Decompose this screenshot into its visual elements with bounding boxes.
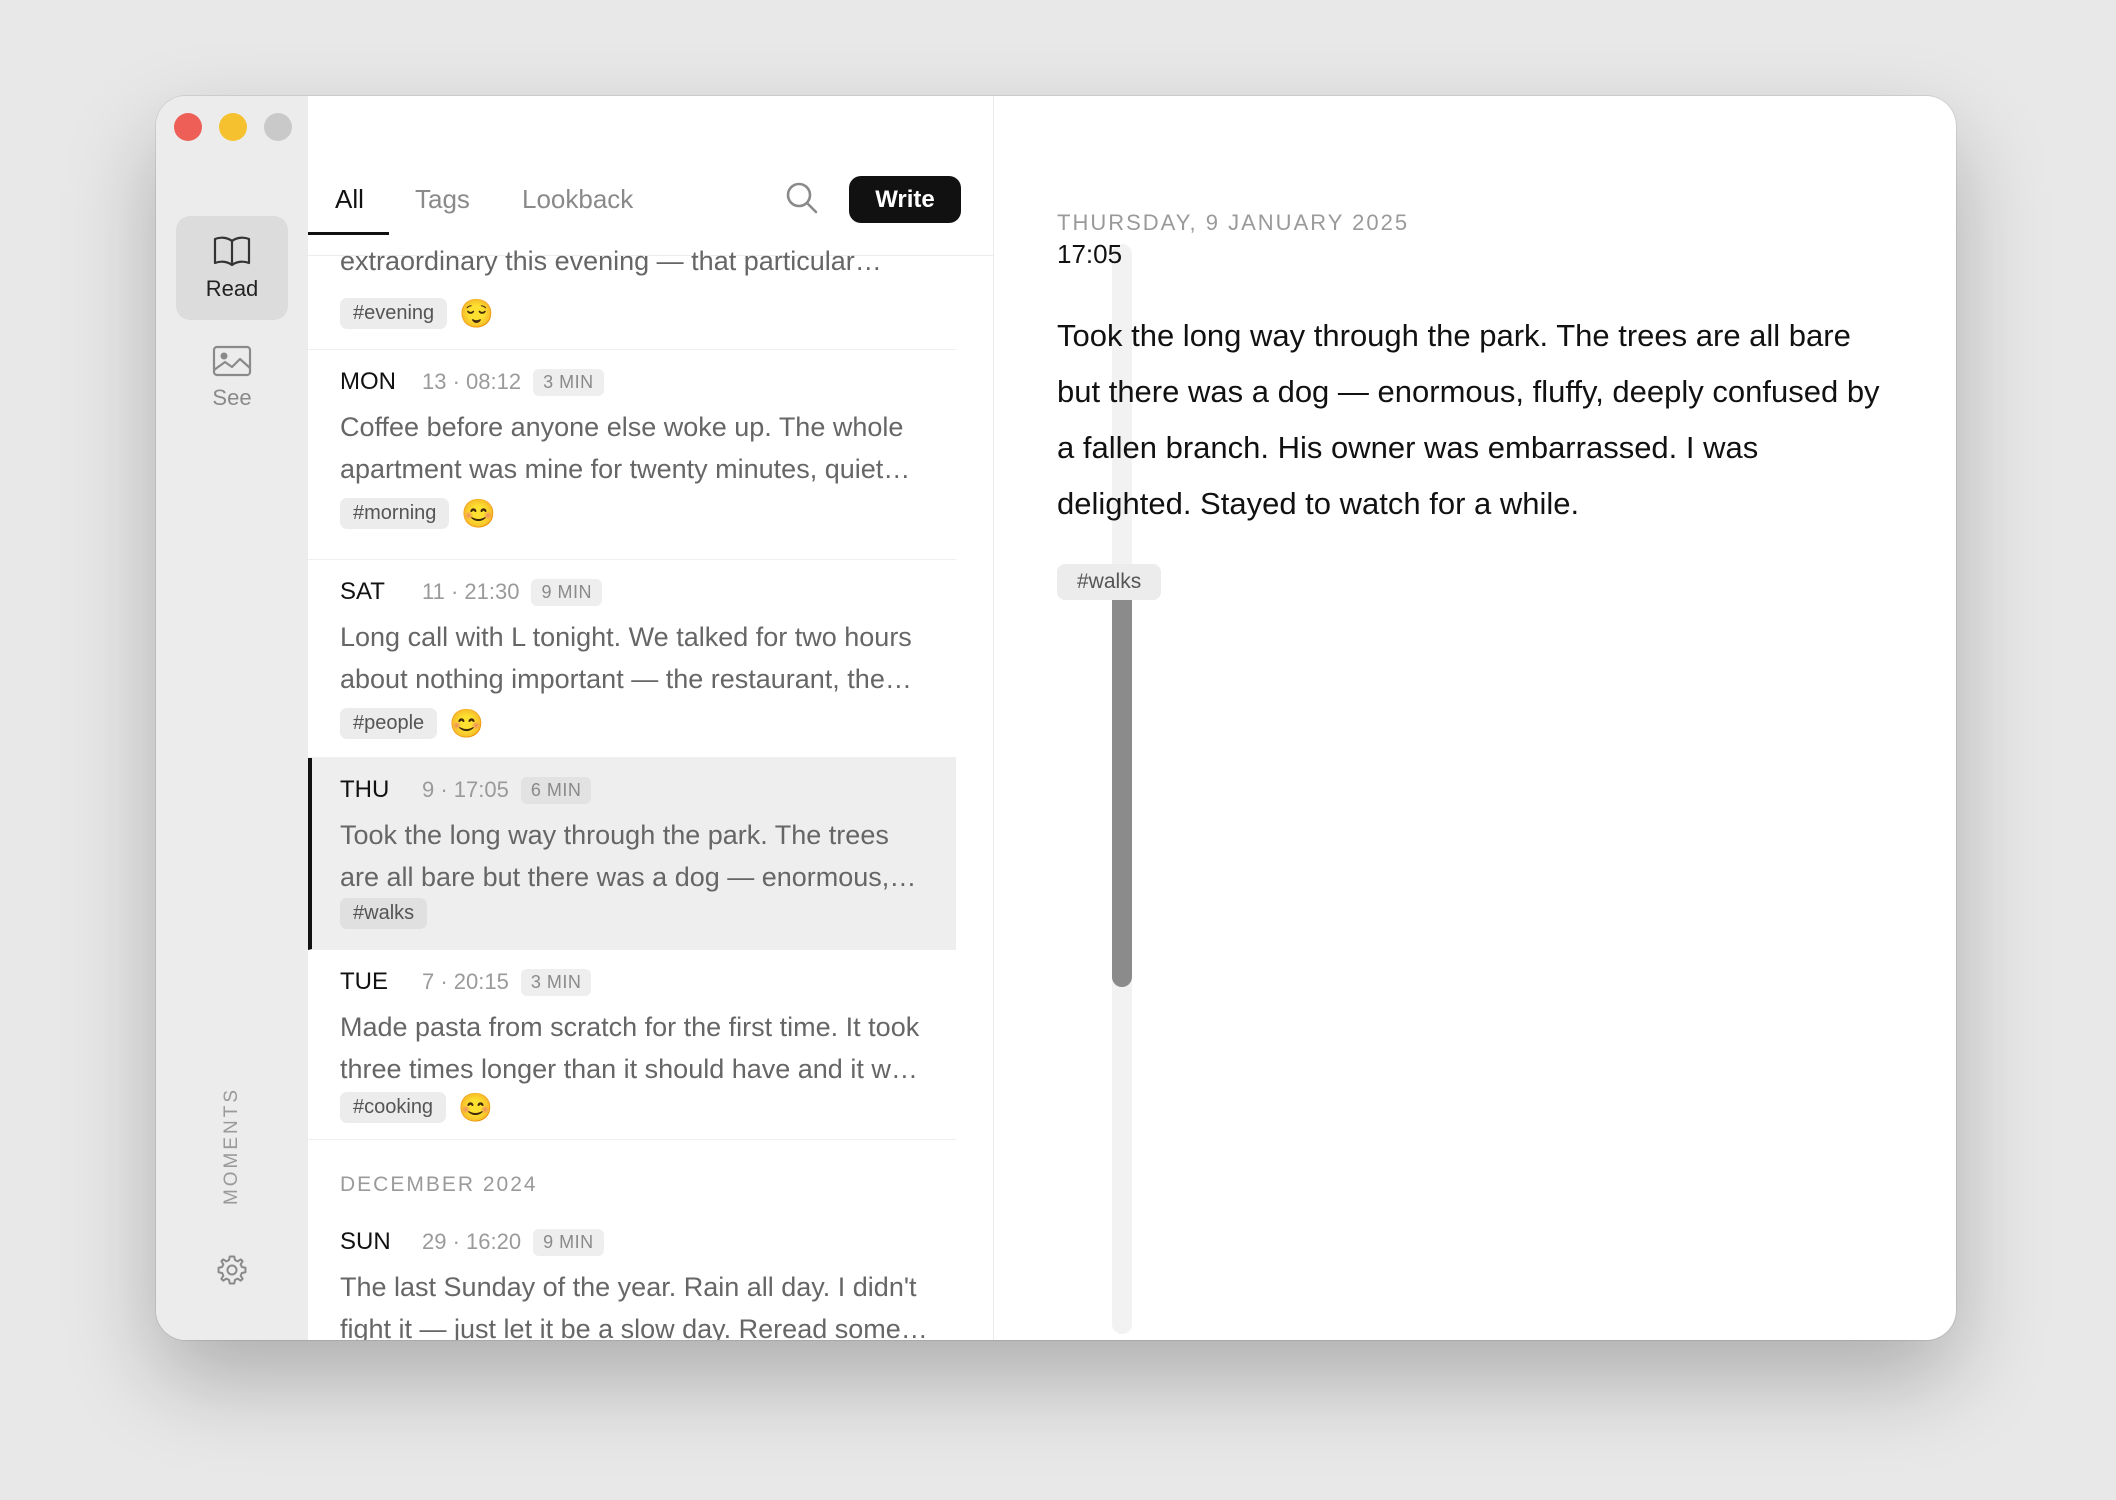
app-window: Read See MOMENTS All Tags Lookback Write… [156, 96, 1956, 1340]
entry-header: THU 9 · 17:05 6 MIN [340, 776, 592, 804]
list-item[interactable]: MON 13 · 08:12 3 MIN Coffee before anyon… [308, 350, 956, 560]
entry-tags: #walks [340, 898, 428, 929]
entry-time: 9 · 17:05 [422, 777, 509, 802]
search-button[interactable] [784, 180, 820, 221]
gear-icon [217, 1255, 247, 1285]
sidebar-item-read[interactable]: Read [176, 216, 288, 320]
list-item-selected[interactable]: THU 9 · 17:05 6 MIN Took the long way th… [308, 758, 956, 950]
entry-day: SUN [340, 1228, 391, 1255]
entry-tags: #evening 😌 [340, 298, 494, 329]
entry-preview: extraordinary this evening — that partic… [340, 246, 882, 276]
entry-time: 13 · 08:12 [422, 369, 522, 394]
entry-tags: #cooking 😊 [340, 1092, 493, 1123]
entry-detail: THURSDAY, 9 JANUARY 2025 17:05 Took the … [995, 96, 1956, 1340]
sidebar-item-label: See [212, 385, 252, 410]
entry-preview: Took the long way through the park. The … [340, 820, 890, 892]
mood-emoji: 😊 [449, 707, 485, 739]
list-item[interactable]: extraordinary this evening — that partic… [308, 240, 956, 350]
window-controls [174, 113, 292, 141]
tag-chip[interactable]: #walks [340, 898, 428, 929]
entry-preview: The last Sunday of the year. Rain all da… [340, 1272, 917, 1340]
entry-day: THU [340, 776, 390, 803]
search-icon [786, 182, 818, 214]
tag-chip[interactable]: #cooking [340, 1092, 447, 1123]
entry-day: SAT [340, 578, 385, 605]
entry-preview: Coffee before anyone else woke up. The w… [340, 412, 904, 484]
close-window-button[interactable] [174, 113, 202, 141]
entry-tags: #people 😊 [340, 708, 484, 739]
write-button[interactable]: Write [849, 176, 961, 223]
settings-button[interactable] [215, 1253, 249, 1292]
read-time-badge: 3 MIN [533, 368, 604, 396]
entry-date: THURSDAY, 9 JANUARY 2025 [1057, 210, 1410, 235]
mood-emoji: 😌 [459, 297, 495, 329]
entry-preview: Long call with L tonight. We talked for … [340, 622, 912, 694]
entry-preview: Made pasta from scratch for the first ti… [340, 1012, 920, 1084]
sidebar-section-label: MOMENTS [221, 1086, 242, 1206]
tab-all[interactable]: All [335, 184, 364, 215]
entry-header: TUE 7 · 20:15 3 MIN [340, 968, 592, 996]
tag-chip[interactable]: #people [340, 708, 438, 739]
entries-list[interactable]: extraordinary this evening — that partic… [308, 240, 956, 1340]
tag-chip[interactable]: #evening [340, 298, 448, 329]
list-item[interactable]: SUN 29 · 16:20 9 MIN The last Sunday of … [308, 1210, 956, 1340]
minimize-window-button[interactable] [219, 113, 247, 141]
entry-header: MON 13 · 08:12 3 MIN [340, 368, 604, 396]
entry-day: MON [340, 368, 396, 395]
sidebar: Read See MOMENTS [156, 96, 308, 1340]
entry-tags: #morning 😊 [340, 498, 496, 529]
month-divider: DECEMBER 2024 [340, 1173, 538, 1196]
list-item[interactable]: TUE 7 · 20:15 3 MIN Made pasta from scra… [308, 950, 956, 1140]
tag-chip[interactable]: #walks [1057, 564, 1162, 600]
image-icon [212, 345, 252, 377]
read-time-badge: 9 MIN [531, 578, 602, 606]
entry-time: 7 · 20:15 [422, 969, 509, 994]
read-time-badge: 9 MIN [533, 1228, 604, 1256]
read-time-badge: 3 MIN [520, 968, 592, 996]
tab-tags[interactable]: Tags [415, 184, 470, 215]
entry-time: 11 · 21:30 [422, 579, 520, 604]
active-tab-indicator [308, 232, 389, 235]
entry-body[interactable]: Took the long way through the park. The … [1057, 308, 1897, 532]
read-time-badge: 6 MIN [520, 776, 592, 804]
entry-time: 17:05 [1057, 239, 1123, 269]
mood-emoji: 😊 [461, 497, 497, 529]
entries-pane: All Tags Lookback Write extraordinary th… [308, 96, 1132, 1340]
list-item[interactable]: SAT 11 · 21:30 9 MIN Long call with L to… [308, 560, 956, 758]
sidebar-item-see[interactable]: See [176, 326, 288, 430]
tag-chip[interactable]: #morning [340, 498, 450, 529]
tab-lookback[interactable]: Lookback [522, 184, 633, 215]
maximize-window-button[interactable] [264, 113, 292, 141]
entry-day: TUE [340, 968, 388, 995]
mood-emoji: 😊 [458, 1091, 493, 1123]
entry-header: SAT 11 · 21:30 9 MIN [340, 578, 602, 606]
sidebar-item-label: Read [205, 276, 259, 301]
book-icon [213, 236, 251, 267]
entry-header: SUN 29 · 16:20 9 MIN [340, 1228, 604, 1256]
entry-time: 29 · 16:20 [422, 1229, 522, 1254]
